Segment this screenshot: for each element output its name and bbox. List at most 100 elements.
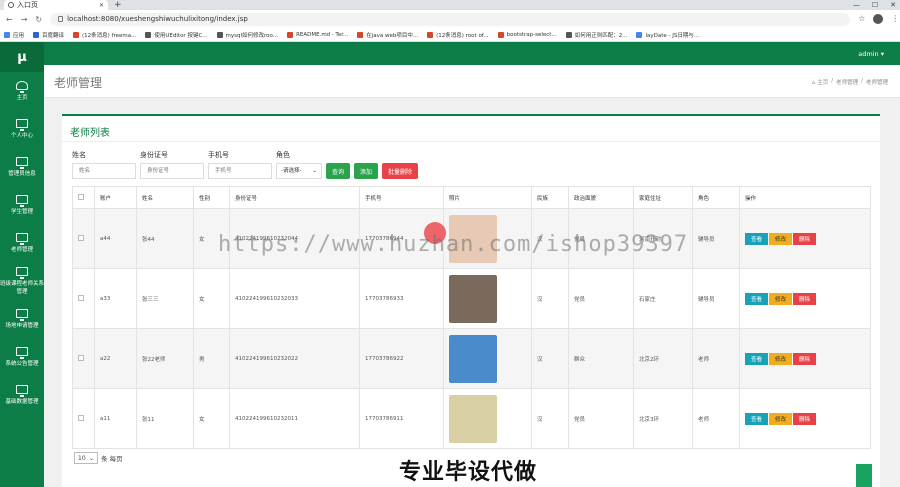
sidebar-item[interactable]: 学生管理	[0, 186, 44, 224]
name-input[interactable]	[72, 163, 136, 179]
pagination: 10 ⌄ 条 每页	[74, 452, 123, 464]
bookmark-label: 应用	[13, 32, 25, 39]
search-button[interactable]: 查询	[326, 163, 351, 179]
bookmark-item[interactable]: 在java web项目中...	[357, 31, 418, 39]
view-button[interactable]: 查看	[745, 352, 768, 365]
bookmark-favicon-icon	[497, 31, 504, 38]
new-tab-icon[interactable]: +	[114, 0, 122, 10]
bookmark-item[interactable]: 使用UEditor 按键C...	[145, 31, 208, 39]
cell-phone: 17703786911	[359, 388, 444, 449]
edit-button[interactable]: 修改	[769, 292, 792, 305]
phone-input[interactable]	[208, 163, 272, 179]
sidebar: μ 主页 个人中心 管理员信息 学生管理 老师管理 班级课程老师关系管理 场地申请管理 系统公…	[0, 42, 44, 487]
edit-button[interactable]: 修改	[769, 352, 792, 365]
maximize-icon[interactable]: ☐	[872, 0, 878, 10]
browser-tab[interactable]: 入口页 ✕	[4, 0, 108, 10]
reload-icon[interactable]: ↻	[35, 15, 42, 24]
cell-role: 老师	[692, 388, 740, 449]
row-select-cell[interactable]	[72, 388, 95, 449]
globe-icon	[8, 2, 14, 8]
cell-account: a44	[94, 208, 137, 269]
cell-political: 群众	[568, 328, 634, 389]
cell-name: 张11	[136, 388, 194, 449]
id-number-input[interactable]	[140, 163, 204, 179]
view-button[interactable]: 查看	[745, 292, 768, 305]
sidebar-item[interactable]: 系统公告管理	[0, 338, 44, 376]
sidebar-item[interactable]: 管理员信息	[0, 148, 44, 186]
breadcrumb-item[interactable]: 老师管理	[836, 78, 858, 86]
teacher-photo	[449, 274, 497, 323]
close-icon[interactable]: ✕	[99, 2, 104, 9]
role-select[interactable]: -请选择- ⌄	[276, 163, 322, 179]
breadcrumb-item[interactable]: 老师管理	[866, 78, 888, 86]
url-input[interactable]: localhost:8080/xueshengshiwuchulixitong/…	[50, 12, 851, 26]
cell-ethnicity: 汉	[531, 388, 569, 449]
select-all-checkbox[interactable]	[78, 193, 84, 200]
delete-button[interactable]: 删除	[793, 292, 816, 305]
row-actions: 查看 修改 删除	[745, 292, 865, 305]
column-header: 角色	[692, 186, 740, 209]
bookmark-item[interactable]: layDate - JS日期与...	[636, 31, 699, 39]
forward-icon[interactable]: →	[21, 15, 28, 24]
row-select-cell[interactable]	[72, 208, 95, 269]
profile-icon[interactable]	[873, 14, 884, 24]
menu-icon[interactable]: ⋮	[891, 14, 899, 24]
monitor-icon	[16, 233, 28, 245]
edit-button[interactable]: 修改	[769, 412, 792, 425]
row-select-cell[interactable]	[72, 328, 95, 389]
bookmark-item[interactable]: mysql如何修改roo...	[216, 31, 278, 39]
row-checkbox[interactable]	[78, 294, 84, 301]
bookmark-item[interactable]: bootstrap-select...	[497, 31, 557, 38]
sidebar-item[interactable]: 老师管理	[0, 224, 44, 262]
delete-button[interactable]: 删除	[793, 412, 816, 425]
page-size-suffix: 条 每页	[101, 455, 123, 463]
column-header: 操作	[739, 186, 871, 209]
sidebar-item-label: 管理员信息	[8, 171, 36, 177]
sidebar-item[interactable]: 班级课程老师关系管理	[0, 262, 44, 300]
view-button[interactable]: 查看	[745, 232, 768, 245]
batch-delete-button[interactable]: 批量删除	[382, 163, 419, 179]
column-header: 家庭住址	[633, 186, 693, 209]
breadcrumb: ⌂ 主页 / 老师管理 / 老师管理	[812, 78, 888, 86]
add-button[interactable]: 添加	[354, 163, 379, 179]
sidebar-item[interactable]: 场地申请管理	[0, 300, 44, 338]
page-size-select[interactable]: 10 ⌄	[74, 452, 98, 464]
address-bar: ← → ↻ localhost:8080/xueshengshiwuchulix…	[0, 10, 900, 28]
cell-id-no: 410224199610232022	[229, 328, 360, 389]
cell-address: 北京2环	[633, 328, 693, 389]
close-window-icon[interactable]: ✕	[890, 0, 896, 10]
bookmark-item[interactable]: 应用	[4, 31, 24, 39]
bookmark-item[interactable]: 如何用正则匹配：2...	[565, 31, 627, 39]
breadcrumb-item[interactable]: ⌂ 主页	[812, 78, 828, 86]
sidebar-item-label: 基础数据管理	[5, 399, 39, 405]
bookmark-favicon-icon	[565, 31, 572, 38]
row-checkbox[interactable]	[78, 234, 84, 241]
view-button[interactable]: 查看	[745, 412, 768, 425]
bookmark-item[interactable]: 百度翻译	[33, 31, 64, 39]
row-checkbox[interactable]	[78, 414, 84, 421]
scroll-top-button[interactable]	[856, 464, 872, 487]
watermark-url: https://www.huzhan.com/ishop39397	[218, 232, 689, 257]
bookmark-item[interactable]: (12条消息) freema...	[73, 31, 136, 39]
admin-menu[interactable]: admin ▾	[858, 50, 884, 58]
photo-cell	[443, 328, 532, 389]
bookmark-item[interactable]: README.md · Ter...	[287, 31, 348, 38]
back-icon[interactable]: ←	[6, 15, 13, 24]
star-icon[interactable]: ☆	[858, 14, 865, 24]
breadcrumb-separator: /	[861, 78, 863, 84]
delete-button[interactable]: 删除	[793, 232, 816, 245]
cell-account: a11	[94, 388, 137, 449]
edit-button[interactable]: 修改	[769, 232, 792, 245]
sidebar-item[interactable]: 主页	[0, 72, 44, 110]
row-checkbox[interactable]	[78, 354, 84, 361]
bookmark-item[interactable]: (12条消息) root of...	[427, 31, 489, 39]
select-all-cell[interactable]	[72, 186, 95, 209]
delete-button[interactable]: 删除	[793, 352, 816, 365]
bookmark-label: bootstrap-select...	[506, 31, 557, 38]
chevron-down-icon: ⌄	[88, 454, 94, 462]
cell-name: 张三三	[136, 268, 194, 329]
sidebar-item[interactable]: 个人中心	[0, 110, 44, 148]
row-select-cell[interactable]	[72, 268, 95, 329]
sidebar-item[interactable]: 基础数据管理	[0, 376, 44, 414]
minimize-icon[interactable]: —	[853, 0, 860, 10]
